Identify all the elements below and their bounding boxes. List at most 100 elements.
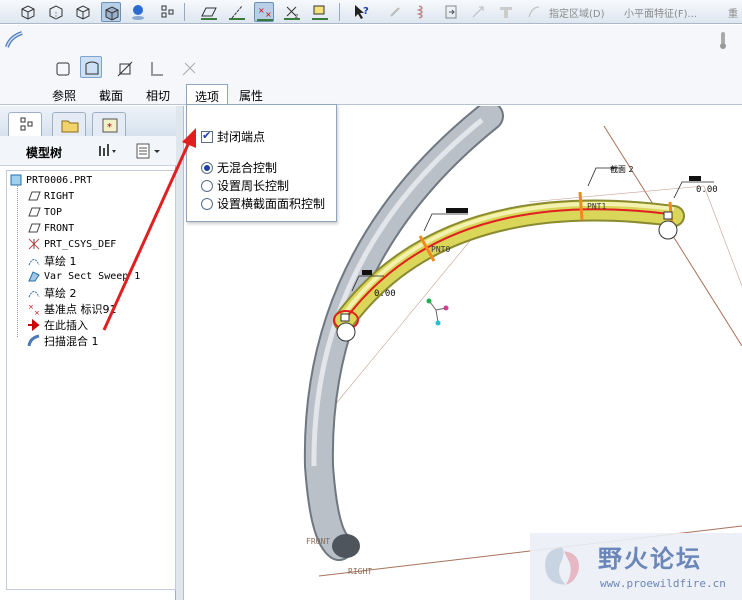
view-isometric-icon[interactable]: [18, 2, 38, 22]
cap-ends-option[interactable]: 封闭端点: [201, 128, 265, 145]
tree-item-label: 基准点 标识91: [44, 303, 117, 316]
model-tree-tab[interactable]: [8, 112, 42, 136]
filter-area-label[interactable]: 指定区域(D): [549, 5, 605, 20]
tree-item[interactable]: 在此插入: [27, 317, 88, 333]
render-icon[interactable]: [128, 2, 148, 22]
tree-item[interactable]: Var Sect Sweep 1: [27, 269, 140, 283]
perimeter-control-label: 设置周长控制: [217, 179, 290, 193]
tree-item[interactable]: RIGHT: [27, 189, 74, 203]
datum-plane-icon: [27, 205, 41, 219]
watermark-logo: [545, 547, 579, 585]
dimension-value: 0.00: [696, 185, 718, 195]
tab-tangency[interactable]: 相切: [138, 84, 178, 105]
small-plane-feature-label[interactable]: 小平面特征(F)...: [624, 5, 697, 20]
csys-triad: [429, 301, 447, 323]
spring-tool-icon[interactable]: [412, 2, 432, 22]
tree-connector: [17, 185, 18, 337]
surface-type-icon[interactable]: [80, 56, 102, 78]
tree-item[interactable]: 草绘 1: [27, 253, 77, 269]
tree-item-label: 草绘 1: [44, 255, 77, 268]
section-origin-box: [340, 313, 350, 322]
pause-icon[interactable]: [712, 29, 734, 51]
navigator-splitter[interactable]: [176, 106, 184, 600]
insert-mode-icon[interactable]: [441, 2, 461, 22]
dimension-tag: [446, 208, 468, 213]
no-blend-control-option[interactable]: 无混合控制: [201, 159, 277, 176]
remove-material-icon[interactable]: [114, 58, 136, 80]
tab-options[interactable]: 选项: [186, 84, 229, 105]
tree-item[interactable]: 扫描混合 1: [27, 333, 99, 349]
csys-x-marker: [443, 305, 449, 311]
solid-type-icon[interactable]: [52, 58, 74, 80]
tab-sections[interactable]: 截面: [91, 84, 131, 105]
pnt0-label: PNT0: [431, 245, 450, 254]
csys-display-icon[interactable]: z: [282, 2, 302, 22]
tree-item-label: 在此插入: [44, 319, 88, 332]
disabled-tool-icon: [524, 2, 544, 22]
svg-text:×: ×: [265, 10, 272, 19]
tree-settings-icon[interactable]: [96, 142, 118, 160]
datum-point-display-icon[interactable]: × ×: [254, 2, 274, 22]
datum-plane-display-icon[interactable]: [199, 2, 219, 22]
cap-ends-checkbox[interactable]: [201, 129, 213, 143]
no-blend-control-radio[interactable]: [201, 161, 213, 174]
view-nohidden-icon[interactable]: [73, 2, 93, 22]
section-marker: [578, 191, 584, 221]
svg-text:?: ?: [363, 6, 369, 17]
csys-icon: [27, 237, 41, 251]
section-end-box: [663, 211, 673, 220]
watermark-title: 野火论坛: [598, 545, 702, 573]
csys-z-marker: [435, 320, 441, 326]
tree-item[interactable]: 草绘 2: [27, 285, 77, 301]
tab-references[interactable]: 参照: [44, 84, 84, 105]
tree-item-label: PRT0006.PRT: [26, 174, 93, 186]
tree-item[interactable]: PRT0006.PRT: [9, 173, 92, 187]
tree-item[interactable]: × × 基准点 标识91: [27, 301, 117, 317]
datum-point-icon: × ×: [27, 302, 41, 317]
tree-filters-icon[interactable]: [134, 142, 164, 160]
tree-item[interactable]: FRONT: [27, 221, 74, 235]
swept-blend-icon: [27, 334, 41, 348]
sketch-icon: [27, 254, 41, 268]
navigator-tabs: *: [0, 106, 176, 136]
view-shaded-icon[interactable]: [101, 2, 121, 22]
tree-item-label: PRT_CSYS_DEF: [44, 238, 117, 250]
area-control-option[interactable]: 设置横截面面积控制: [201, 195, 325, 212]
whats-this-help-icon[interactable]: ?: [352, 2, 372, 22]
cap-ends-label: 封闭端点: [217, 130, 266, 144]
toolbar-separator: [184, 3, 185, 21]
datum-plane-icon: [27, 221, 41, 235]
var-sect-sweep-icon: [27, 269, 41, 283]
perimeter-control-option[interactable]: 设置周长控制: [201, 177, 289, 194]
dimension-tag: [689, 176, 701, 181]
part-icon: [9, 173, 23, 187]
thicken-icon[interactable]: [146, 58, 168, 80]
model-tree: PRT0006.PRT RIGHT TOP FRONT PRT_CSYS_DEF 草绘 1…: [6, 170, 176, 590]
tree-item[interactable]: PRT_CSYS_DEF: [27, 237, 116, 251]
tree-item[interactable]: TOP: [27, 205, 62, 219]
annotation-display-icon[interactable]: [310, 2, 330, 22]
toolbar-separator: [339, 3, 340, 21]
main-toolbar: × × z ? 指定区域(D) 小平面特征(F)... 重: [0, 0, 742, 24]
area-control-label: 设置横截面面积控制: [217, 197, 326, 211]
area-control-radio[interactable]: [201, 197, 213, 210]
folder-browser-tab[interactable]: [52, 112, 86, 136]
tree-item-label: RIGHT: [44, 190, 75, 202]
tab-properties[interactable]: 属性: [231, 84, 271, 105]
perimeter-control-radio[interactable]: [201, 179, 213, 192]
layer-icon[interactable]: [157, 2, 177, 22]
favorites-tab[interactable]: *: [92, 112, 126, 136]
right-plane-label: RIGHT: [348, 567, 372, 576]
swept-blend-feature-icon: [4, 29, 26, 51]
svg-text:×: ×: [34, 309, 40, 316]
front-plane-label: FRONT: [306, 537, 330, 546]
datum-axis-display-icon[interactable]: [227, 2, 247, 22]
datum-plane-edge: [528, 185, 705, 203]
tree-item-label: Var Sect Sweep 1: [44, 270, 141, 282]
sketch-icon: [27, 286, 41, 300]
view-hidden-icon[interactable]: [46, 2, 66, 22]
toolbar-tail-label[interactable]: 重: [728, 5, 738, 20]
flip-direction-icon[interactable]: [178, 58, 200, 80]
favorites-icon: *: [102, 118, 118, 133]
datum-plane-icon: [27, 189, 41, 203]
